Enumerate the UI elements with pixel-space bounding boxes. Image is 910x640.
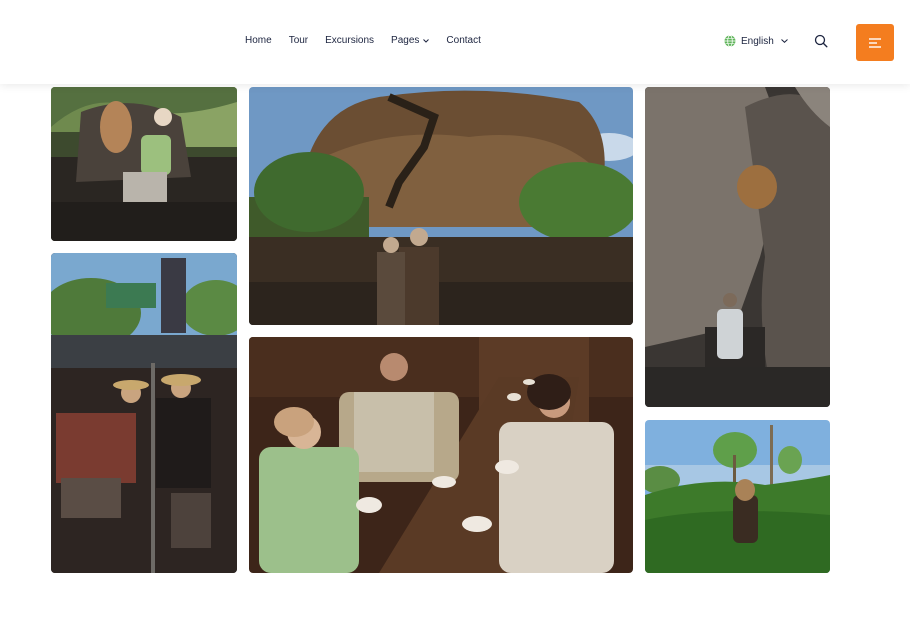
search-button[interactable] <box>814 34 828 53</box>
gallery-image-tea-plantation[interactable] <box>645 420 830 573</box>
nav-pages-label: Pages <box>391 35 420 46</box>
gallery-image-rock-cave-path[interactable] <box>645 87 830 407</box>
gallery-image-sigiriya-rock[interactable] <box>249 87 633 325</box>
menu-button[interactable] <box>856 24 894 61</box>
chevron-down-icon <box>780 39 788 43</box>
nav-excursions[interactable]: Excursions <box>325 35 374 46</box>
menu-icon <box>869 37 881 48</box>
search-icon <box>814 34 828 48</box>
main-nav: Home Tour Excursions Pages Contact <box>245 35 498 46</box>
nav-home[interactable]: Home <box>245 35 272 46</box>
nav-contact[interactable]: Contact <box>446 35 480 46</box>
chevron-down-icon <box>423 38 430 43</box>
language-label: English <box>741 35 774 47</box>
gallery-image-elephant-ride[interactable] <box>51 87 237 241</box>
gallery-image-tuk-tuk-ride[interactable] <box>51 253 237 573</box>
globe-icon <box>724 35 736 47</box>
nav-tour[interactable]: Tour <box>289 35 308 46</box>
language-selector[interactable]: English <box>724 35 788 47</box>
site-header: Home Tour Excursions Pages Contact Engli… <box>0 0 910 84</box>
gallery-image-family-tea-room[interactable] <box>249 337 633 573</box>
nav-pages[interactable]: Pages <box>391 35 430 46</box>
